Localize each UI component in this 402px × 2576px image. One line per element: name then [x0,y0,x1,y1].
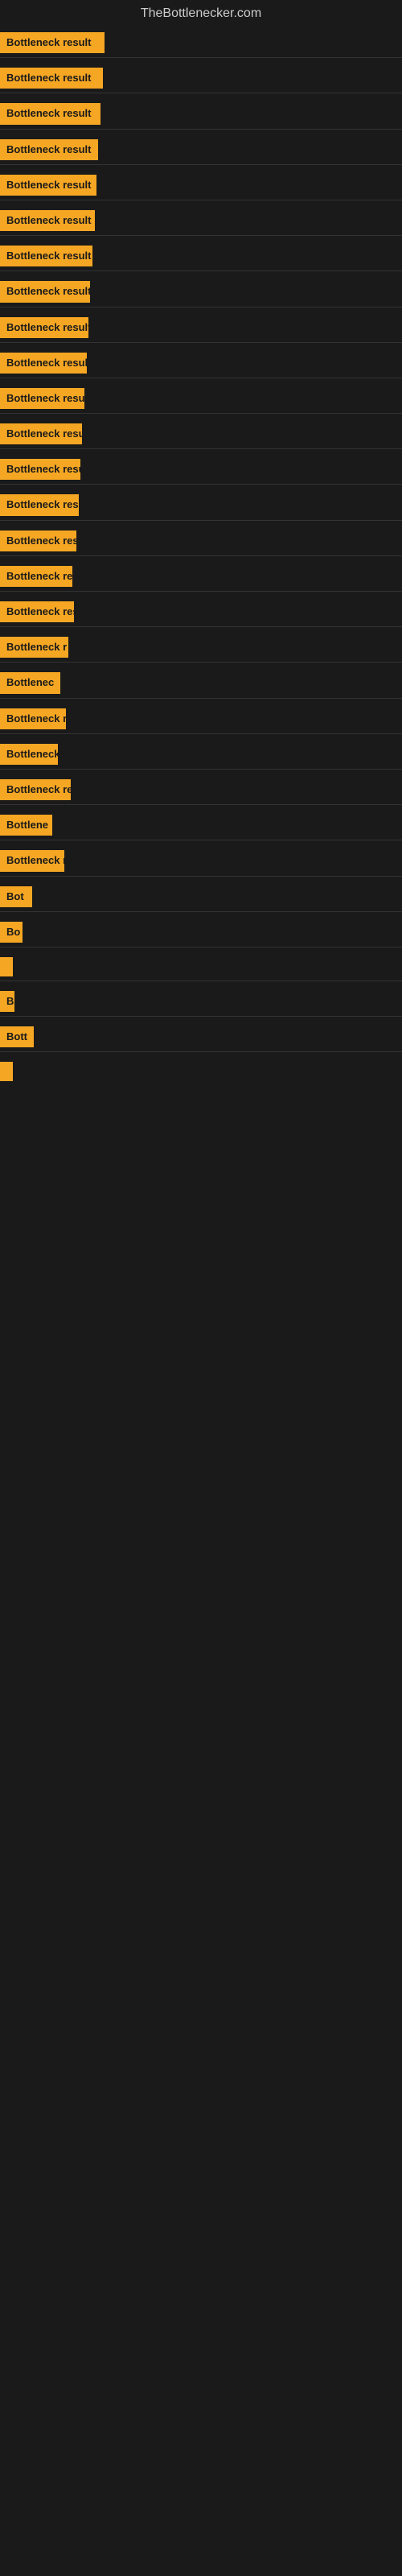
divider-27 [0,980,402,981]
bar-row-27 [0,952,402,986]
divider-28 [0,1016,402,1017]
bottleneck-result-bar-3[interactable]: Bottleneck result [0,103,100,124]
divider-9 [0,342,402,343]
bar-row-11: Bottleneck result [0,383,402,419]
bottleneck-result-bar-18[interactable]: Bottleneck r [0,637,68,658]
bar-row-16: Bottleneck re [0,561,402,597]
bottleneck-result-bar-14[interactable]: Bottleneck result [0,494,79,515]
site-title: TheBottlenecker.com [0,0,402,27]
bar-row-13: Bottleneck result [0,454,402,489]
bar-row-21: Bottleneck [0,739,402,774]
bar-row-23: Bottlene [0,810,402,845]
bottleneck-result-bar-25[interactable]: Bot [0,886,32,907]
divider-14 [0,520,402,521]
bar-row-24: Bottleneck r [0,845,402,881]
bottleneck-result-bar-8[interactable]: Bottleneck result [0,281,90,302]
divider-16 [0,591,402,592]
bottleneck-result-bar-24[interactable]: Bottleneck r [0,850,64,871]
bar-row-29: Bott [0,1022,402,1057]
bottleneck-result-bar-7[interactable]: Bottleneck result [0,246,92,266]
bar-row-2: Bottleneck result [0,63,402,98]
bottleneck-result-bar-4[interactable]: Bottleneck result [0,139,98,160]
bottleneck-result-bar-1[interactable]: Bottleneck result [0,32,105,53]
bottleneck-result-bar-15[interactable]: Bottleneck result [0,530,76,551]
bottleneck-result-bar-9[interactable]: Bottleneck result [0,317,88,338]
divider-12 [0,448,402,449]
bar-row-25: Bot [0,881,402,917]
bottleneck-result-bar-5[interactable]: Bottleneck result [0,175,96,196]
bar-row-6: Bottleneck result [0,205,402,241]
bottleneck-result-bar-22[interactable]: Bottleneck res [0,779,71,800]
bottleneck-result-bar-2[interactable]: Bottleneck result [0,68,103,89]
bottleneck-result-bar-6[interactable]: Bottleneck result [0,210,95,231]
divider-4 [0,164,402,165]
bar-row-4: Bottleneck result [0,134,402,170]
bar-row-5: Bottleneck result [0,170,402,205]
bar-row-20: Bottleneck r [0,704,402,739]
bar-row-7: Bottleneck result [0,241,402,276]
divider-24 [0,876,402,877]
bar-row-15: Bottleneck result [0,526,402,561]
bottleneck-result-bar-13[interactable]: Bottleneck result [0,459,80,480]
bottleneck-result-bar-21[interactable]: Bottleneck [0,744,58,765]
divider-11 [0,413,402,414]
bottleneck-result-bar-30[interactable] [0,1062,13,1081]
bar-row-17: Bottleneck result [0,597,402,632]
bar-row-10: Bottleneck result [0,348,402,383]
divider-1 [0,57,402,58]
bottleneck-result-bar-20[interactable]: Bottleneck r [0,708,66,729]
bottleneck-result-bar-28[interactable]: B [0,991,14,1012]
bar-row-9: Bottleneck result [0,312,402,348]
bar-row-22: Bottleneck res [0,774,402,810]
divider-25 [0,911,402,912]
bottleneck-result-bar-12[interactable]: Bottleneck result [0,423,82,444]
divider-15 [0,555,402,556]
divider-22 [0,804,402,805]
bar-row-1: Bottleneck result [0,27,402,63]
bar-row-3: Bottleneck result [0,98,402,134]
bottleneck-result-bar-23[interactable]: Bottlene [0,815,52,836]
divider-29 [0,1051,402,1052]
bottleneck-result-bar-10[interactable]: Bottleneck result [0,353,87,374]
divider-19 [0,698,402,699]
bottleneck-result-bar-11[interactable]: Bottleneck result [0,388,84,409]
bottleneck-result-bar-27[interactable] [0,957,13,976]
divider-20 [0,733,402,734]
divider-17 [0,626,402,627]
divider-8 [0,307,402,308]
bar-row-14: Bottleneck result [0,489,402,525]
bar-row-18: Bottleneck r [0,632,402,667]
bottleneck-result-bar-29[interactable]: Bott [0,1026,34,1047]
bars-container: Bottleneck result Bottleneck result Bottle… [0,27,402,1090]
bottleneck-result-bar-17[interactable]: Bottleneck result [0,601,74,622]
divider-18 [0,662,402,663]
bottleneck-result-bar-19[interactable]: Bottlenec [0,672,60,693]
bar-row-12: Bottleneck result [0,419,402,454]
bar-row-28: B [0,986,402,1022]
bar-row-8: Bottleneck result [0,276,402,312]
divider-6 [0,235,402,236]
bar-row-26: Bo [0,917,402,952]
bottleneck-result-bar-16[interactable]: Bottleneck re [0,566,72,587]
bar-row-19: Bottlenec [0,667,402,703]
site-title-text: TheBottlenecker.com [141,6,261,20]
bottleneck-result-bar-26[interactable]: Bo [0,922,23,943]
divider-3 [0,129,402,130]
divider-13 [0,484,402,485]
bar-row-30 [0,1057,402,1090]
divider-21 [0,769,402,770]
divider-7 [0,270,402,271]
